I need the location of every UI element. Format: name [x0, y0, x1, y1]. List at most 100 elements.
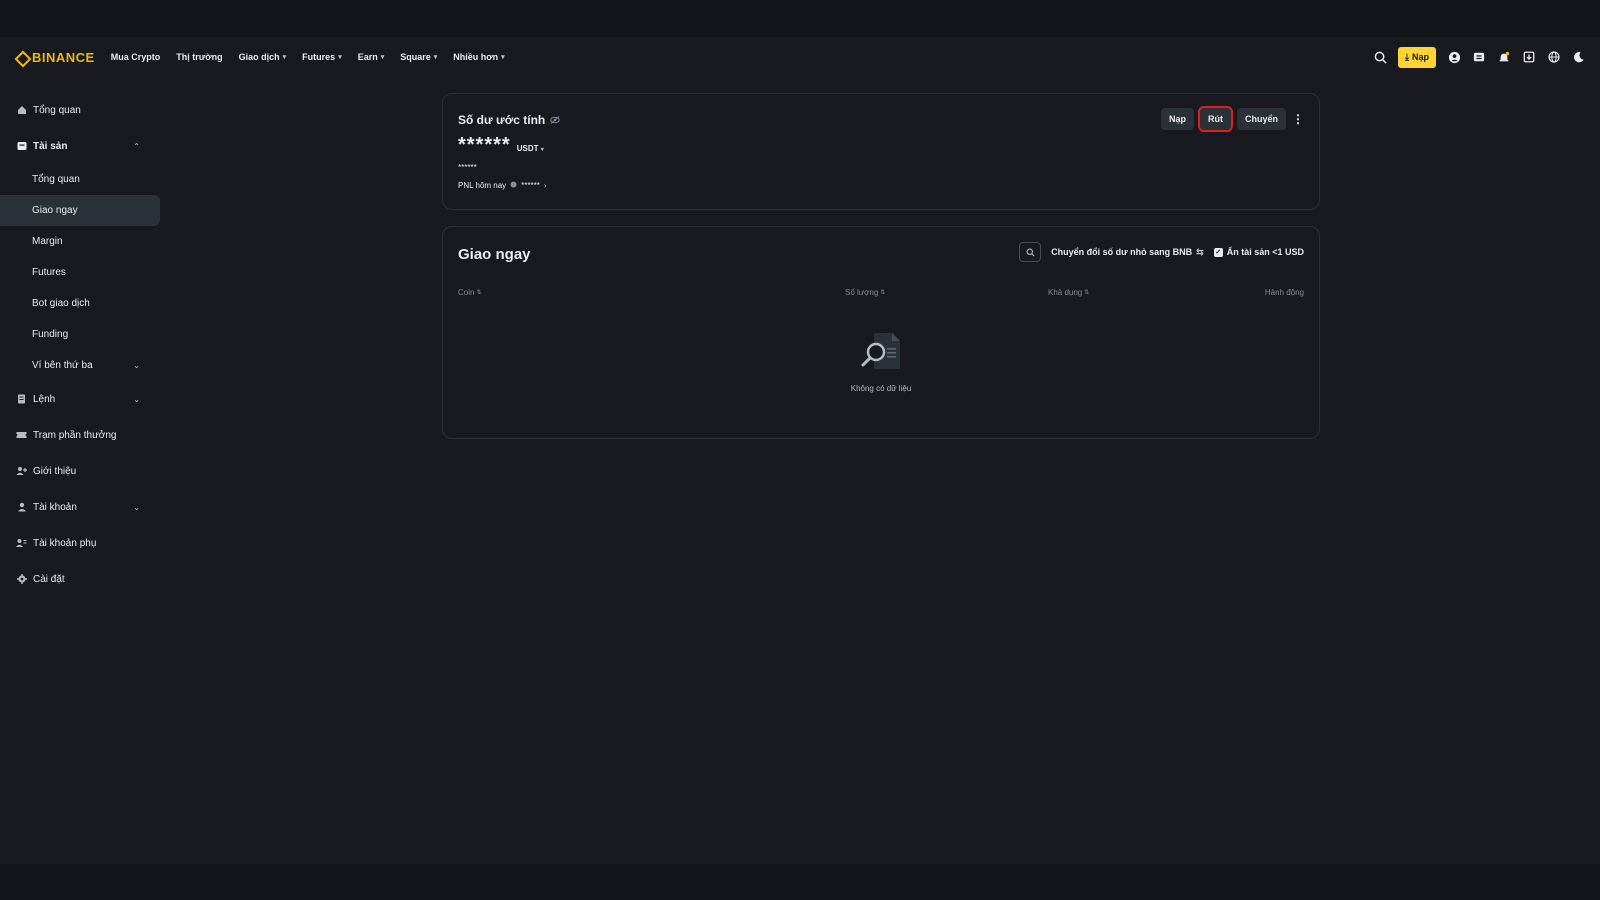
nav-square[interactable]: Square ▾ — [400, 52, 437, 62]
sidebar-item-referral[interactable]: Giới thiệu — [0, 453, 160, 489]
pnl-label: PNL hôm nay — [458, 181, 507, 190]
sort-icon: ⇅ — [880, 290, 886, 296]
chevron-down-icon: ⌄ — [133, 394, 140, 404]
download-app-icon[interactable] — [1522, 50, 1536, 64]
checkbox-checked-icon[interactable]: ✓ — [1213, 247, 1223, 257]
transfer-button[interactable]: Chuyển — [1236, 108, 1286, 130]
nav-label: Futures — [302, 52, 336, 62]
chevron-down-icon: ▾ — [380, 54, 385, 61]
sidebar-subitem-third-party-wallet[interactable]: Ví bên thứ ba ⌄ — [0, 350, 160, 381]
swap-icon: ⇆ — [1196, 246, 1204, 257]
convert-small-balance-link[interactable]: Chuyển đổi số dư nhỏ sang BNB ⇆ — [1051, 247, 1204, 258]
convert-label: Chuyển đổi số dư nhỏ sang BNB — [1051, 247, 1193, 257]
globe-icon[interactable] — [1547, 50, 1561, 64]
column-label: Khả dụng — [1048, 288, 1083, 297]
sidebar-item-label: Bot giao dịch — [32, 298, 90, 309]
sidebar-item-label: Tài khoản — [33, 501, 77, 513]
chevron-down-icon: ▾ — [338, 54, 342, 61]
sidebar-subitem-futures[interactable]: Futures — [0, 257, 160, 288]
sidebar-item-subaccount[interactable]: Tài khoản phụ — [0, 525, 160, 561]
no-data-search-icon — [860, 331, 902, 376]
chevron-down-icon: ⌄ — [133, 361, 140, 370]
sidebar-item-label: Giới thiệu — [33, 465, 77, 477]
column-header-amount[interactable]: Số lượng ⇅ — [845, 288, 885, 297]
spot-title: Giao ngay — [458, 246, 531, 263]
chevron-up-icon: ⌃ — [133, 141, 140, 151]
sidebar-item-label: Tài khoản phụ — [33, 537, 97, 549]
sidebar-item-settings[interactable]: Cài đặt — [0, 561, 160, 597]
nav-more[interactable]: Nhiều hơn ▾ — [453, 52, 504, 62]
sidebar-item-account[interactable]: Tài khoản ⌄ — [0, 489, 160, 525]
sidebar-subitem-funding[interactable]: Funding — [0, 319, 160, 350]
sidebar-subitem-trading-bots[interactable]: Bot giao dịch — [0, 288, 160, 319]
currency-label: USDT — [516, 144, 539, 153]
chevron-down-icon: ▾ — [540, 147, 544, 153]
empty-state: Không có dữ liệu — [443, 331, 1319, 393]
column-label: Coin — [458, 288, 475, 297]
ticket-icon — [16, 430, 27, 441]
more-options-icon[interactable]: ⋮ — [1292, 112, 1304, 126]
nav-right-tools: ⤓ Nạp — [1373, 37, 1586, 77]
sidebar-item-overview[interactable]: Tổng quan — [0, 92, 160, 128]
sidebar-item-label: Trạm phần thưởng — [33, 429, 117, 441]
spot-assets-card: Giao ngay Chuyển đổi số dư nhỏ sang BNB … — [442, 226, 1320, 439]
sidebar-item-assets[interactable]: Tài sản ⌃ — [0, 128, 160, 164]
balance-hidden-value: ****** — [458, 134, 511, 156]
empty-state-text: Không có dữ liệu — [850, 384, 912, 393]
deposit-button[interactable]: Nạp — [1160, 108, 1194, 130]
balance-actions: Nạp Rút Chuyển ⋮ — [1160, 106, 1304, 132]
nav-label: Nhiều hơn — [453, 52, 499, 62]
profile-icon[interactable] — [1447, 50, 1461, 64]
sidebar-item-rewards-hub[interactable]: Trạm phần thưởng — [0, 417, 160, 453]
withdraw-button[interactable]: Rút — [1197, 106, 1233, 132]
nav-label: Thị trường — [176, 52, 223, 62]
nav-buy-crypto[interactable]: Mua Crypto — [111, 52, 161, 62]
column-header-available[interactable]: Khả dụng ⇅ — [1048, 288, 1089, 297]
currency-selector[interactable]: USDT ▾ — [517, 144, 544, 153]
spot-tools: Chuyển đổi số dư nhỏ sang BNB ⇆ ✓ Ẩn tài… — [1019, 242, 1304, 262]
sidebar-item-orders[interactable]: Lệnh ⌄ — [0, 381, 160, 417]
orders-icon — [16, 394, 27, 405]
letterbox-bottom — [0, 864, 1600, 900]
users-icon — [16, 538, 27, 549]
nav-earn[interactable]: Earn ▾ — [358, 52, 385, 62]
deposit-nav-button[interactable]: ⤓ Nạp — [1398, 46, 1436, 68]
wallet-icon — [16, 141, 27, 152]
search-icon[interactable] — [1373, 50, 1387, 64]
nav-futures[interactable]: Futures ▾ — [302, 52, 342, 62]
sidebar-item-label: Ví bên thứ ba — [32, 360, 93, 371]
pnl-today[interactable]: PNL hôm nay ****** › — [458, 181, 547, 190]
column-label: Số lượng — [845, 288, 879, 297]
pnl-hidden-value: ****** — [521, 181, 540, 190]
download-icon: ⤓ — [1405, 51, 1409, 62]
letterbox-top — [0, 0, 1600, 37]
info-icon — [510, 181, 517, 190]
home-icon — [16, 105, 27, 116]
column-header-action: Hành động — [1265, 288, 1304, 297]
sidebar: Tổng quan Tài sản ⌃ Tổng quan Giao ngay … — [0, 92, 160, 597]
sidebar-subitem-margin[interactable]: Margin — [0, 226, 160, 257]
column-label: Hành động — [1264, 288, 1304, 297]
sidebar-subitem-overview[interactable]: Tổng quan — [0, 164, 160, 195]
eye-off-icon[interactable] — [550, 113, 560, 127]
wallet-icon[interactable] — [1472, 50, 1486, 64]
balance-title-text: Số dư ước tính — [458, 113, 546, 127]
add-user-icon — [16, 466, 27, 477]
deposit-nav-label: Nạp — [1411, 52, 1429, 62]
balance-amount: ****** USDT ▾ — [458, 134, 544, 157]
chevron-right-icon: › — [543, 181, 547, 190]
notification-bell-icon[interactable] — [1497, 50, 1511, 64]
dark-mode-icon[interactable] — [1572, 50, 1586, 64]
hide-small-label: Ẩn tài sản <1 USD — [1226, 247, 1304, 257]
nav-trade[interactable]: Giao dịch ▾ — [239, 52, 287, 62]
brand-logo[interactable]: BINANCE — [14, 50, 95, 65]
hide-small-assets-toggle[interactable]: ✓ Ẩn tài sản <1 USD — [1213, 247, 1304, 257]
chevron-down-icon: ▾ — [282, 54, 287, 61]
asset-search-button[interactable] — [1019, 242, 1042, 262]
chevron-down-icon: ⌄ — [133, 502, 140, 512]
balance-title: Số dư ước tính — [458, 113, 560, 127]
top-navigation: BINANCE Mua Crypto Thị trường Giao dịch ▾… — [0, 37, 1600, 77]
nav-markets[interactable]: Thị trường — [176, 52, 222, 62]
column-header-coin[interactable]: Coin ⇅ — [458, 288, 481, 297]
sidebar-subitem-spot[interactable]: Giao ngay — [0, 195, 160, 226]
